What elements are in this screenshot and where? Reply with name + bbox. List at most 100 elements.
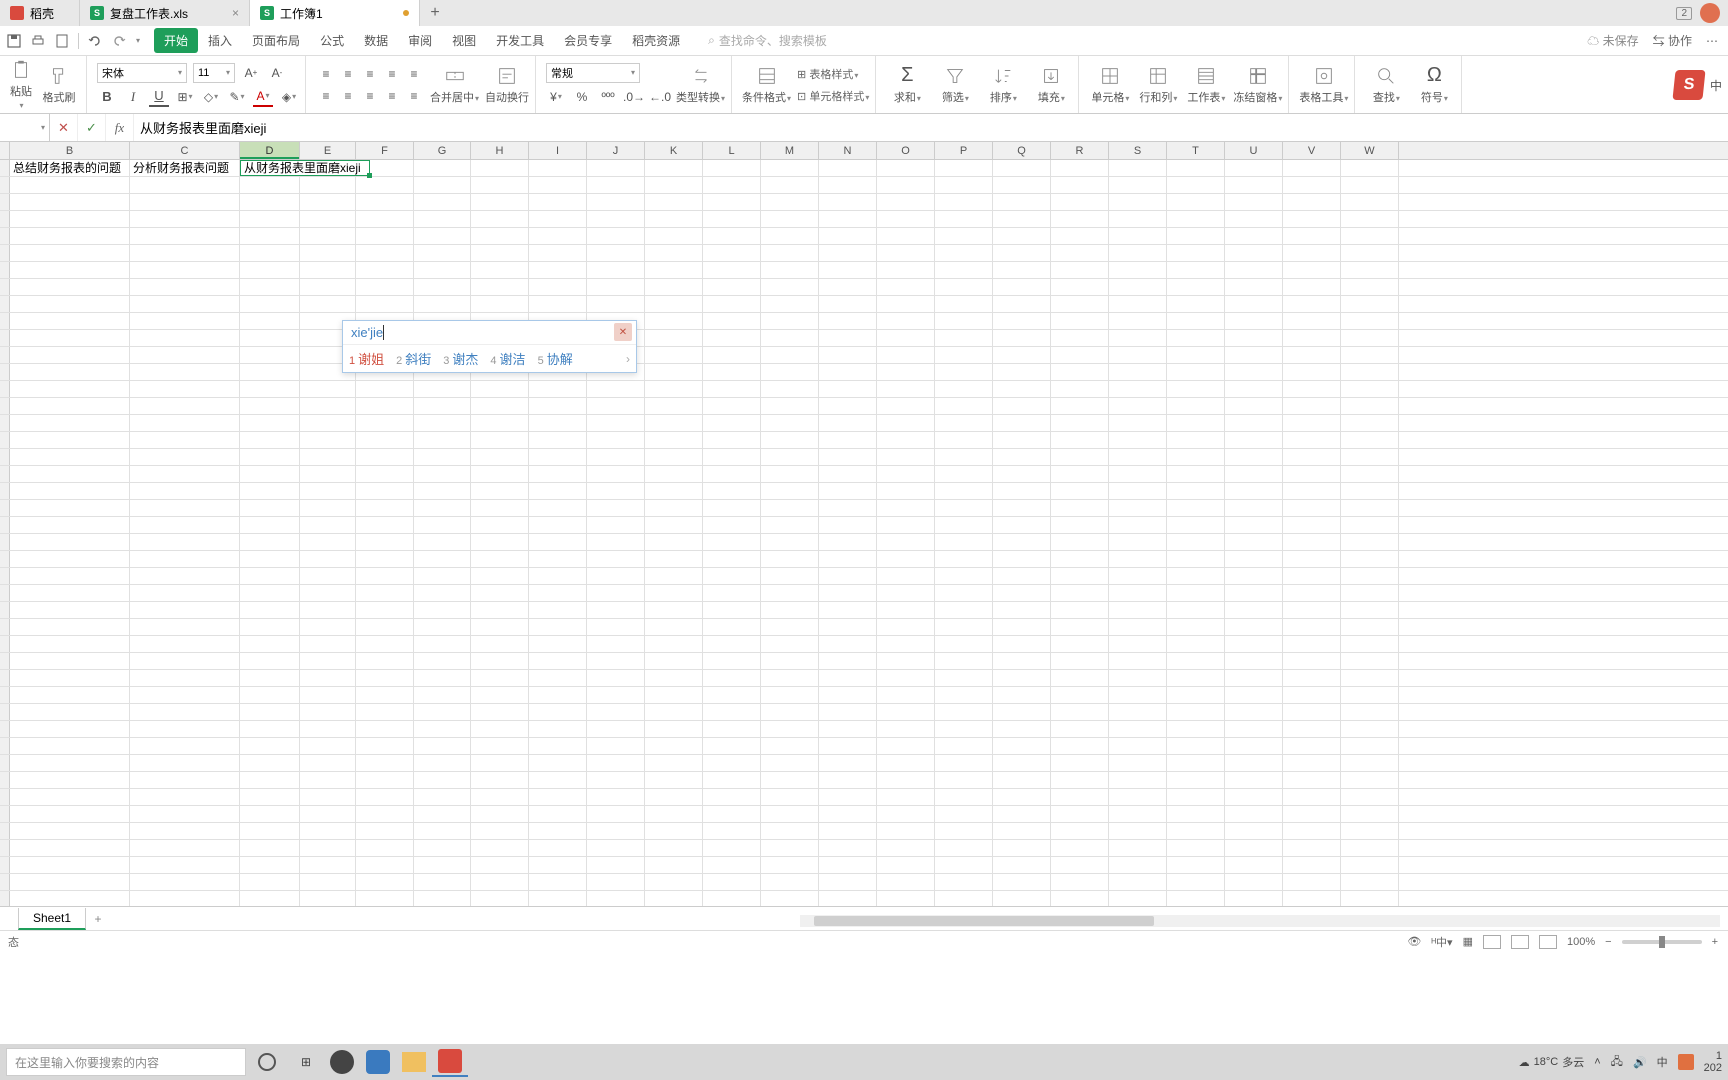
cell-F35[interactable]	[356, 738, 414, 754]
cell-K29[interactable]	[645, 636, 703, 652]
cell-U32[interactable]	[1225, 687, 1283, 703]
cell-H38[interactable]	[471, 789, 529, 805]
cell-U14[interactable]	[1225, 381, 1283, 397]
cell-J36[interactable]	[587, 755, 645, 771]
column-header-J[interactable]: J	[587, 142, 645, 159]
cell-C1[interactable]: 分析财务报表问题	[130, 160, 240, 176]
cell-B29[interactable]	[10, 636, 130, 652]
cell-L27[interactable]	[703, 602, 761, 618]
cell-P24[interactable]	[935, 551, 993, 567]
cell-J5[interactable]	[587, 228, 645, 244]
cell-B11[interactable]	[10, 330, 130, 346]
cell-B2[interactable]	[10, 177, 130, 193]
cell-T29[interactable]	[1167, 636, 1225, 652]
cell-K22[interactable]	[645, 517, 703, 533]
cell-H37[interactable]	[471, 772, 529, 788]
cell-E42[interactable]	[300, 857, 356, 873]
cell-N2[interactable]	[819, 177, 877, 193]
cell-F34[interactable]	[356, 721, 414, 737]
cell-S23[interactable]	[1109, 534, 1167, 550]
cell-D12[interactable]	[240, 347, 300, 363]
menu-tab-insert[interactable]: 插入	[198, 28, 242, 53]
cell-B16[interactable]	[10, 415, 130, 431]
cell-D3[interactable]	[240, 194, 300, 210]
cell-Q1[interactable]	[993, 160, 1051, 176]
menu-tab-member[interactable]: 会员专享	[554, 28, 622, 53]
cell-D37[interactable]	[240, 772, 300, 788]
cell-D40[interactable]	[240, 823, 300, 839]
cell-C37[interactable]	[130, 772, 240, 788]
cell-R36[interactable]	[1051, 755, 1109, 771]
cell-K41[interactable]	[645, 840, 703, 856]
cell-C34[interactable]	[130, 721, 240, 737]
cell-K25[interactable]	[645, 568, 703, 584]
cell-T21[interactable]	[1167, 500, 1225, 516]
cell-B18[interactable]	[10, 449, 130, 465]
cell-S37[interactable]	[1109, 772, 1167, 788]
cell-R34[interactable]	[1051, 721, 1109, 737]
cell-W1[interactable]	[1341, 160, 1399, 176]
cell-I26[interactable]	[529, 585, 587, 601]
cell-V4[interactable]	[1283, 211, 1341, 227]
cell-D39[interactable]	[240, 806, 300, 822]
cell-F36[interactable]	[356, 755, 414, 771]
cell-I8[interactable]	[529, 279, 587, 295]
column-header-F[interactable]: F	[356, 142, 414, 159]
cell-T11[interactable]	[1167, 330, 1225, 346]
cell-G39[interactable]	[414, 806, 471, 822]
cell-T5[interactable]	[1167, 228, 1225, 244]
cell-W9[interactable]	[1341, 296, 1399, 312]
cell-K6[interactable]	[645, 245, 703, 261]
cell-N41[interactable]	[819, 840, 877, 856]
cell-B31[interactable]	[10, 670, 130, 686]
cell-I31[interactable]	[529, 670, 587, 686]
cell-I7[interactable]	[529, 262, 587, 278]
align-top-button[interactable]: ≡	[316, 64, 336, 84]
cell-V9[interactable]	[1283, 296, 1341, 312]
cell-E19[interactable]	[300, 466, 356, 482]
cell-K40[interactable]	[645, 823, 703, 839]
cell-P42[interactable]	[935, 857, 993, 873]
cell-I39[interactable]	[529, 806, 587, 822]
cell-S17[interactable]	[1109, 432, 1167, 448]
cell-C43[interactable]	[130, 874, 240, 890]
cell-Q43[interactable]	[993, 874, 1051, 890]
cell-P26[interactable]	[935, 585, 993, 601]
cell-E4[interactable]	[300, 211, 356, 227]
cell-V28[interactable]	[1283, 619, 1341, 635]
number-format-select[interactable]: 常规▾	[546, 63, 640, 83]
cell-B1[interactable]: 总结财务报表的问题	[10, 160, 130, 176]
cell-B38[interactable]	[10, 789, 130, 805]
cell-G19[interactable]	[414, 466, 471, 482]
cell-Q26[interactable]	[993, 585, 1051, 601]
cell-F28[interactable]	[356, 619, 414, 635]
cell-G32[interactable]	[414, 687, 471, 703]
cell-U34[interactable]	[1225, 721, 1283, 737]
cell-C2[interactable]	[130, 177, 240, 193]
cell-O19[interactable]	[877, 466, 935, 482]
cell-M43[interactable]	[761, 874, 819, 890]
cell-C26[interactable]	[130, 585, 240, 601]
cell-R37[interactable]	[1051, 772, 1109, 788]
cell-J37[interactable]	[587, 772, 645, 788]
cell-T3[interactable]	[1167, 194, 1225, 210]
notification-badge[interactable]: 2	[1676, 7, 1692, 20]
cell-G8[interactable]	[414, 279, 471, 295]
cell-D44[interactable]	[240, 891, 300, 906]
column-header-C[interactable]: C	[130, 142, 240, 159]
cell-C12[interactable]	[130, 347, 240, 363]
cell-I14[interactable]	[529, 381, 587, 397]
cell-H5[interactable]	[471, 228, 529, 244]
command-search[interactable]: ⌕ 查找命令、搜索模板	[708, 32, 827, 49]
highlight-button[interactable]: ✎▾	[227, 87, 247, 107]
cell-H21[interactable]	[471, 500, 529, 516]
cell-N43[interactable]	[819, 874, 877, 890]
cell-J4[interactable]	[587, 211, 645, 227]
cell-F20[interactable]	[356, 483, 414, 499]
cell-G22[interactable]	[414, 517, 471, 533]
cell-J42[interactable]	[587, 857, 645, 873]
cell-R26[interactable]	[1051, 585, 1109, 601]
user-avatar[interactable]	[1700, 3, 1720, 23]
cell-O14[interactable]	[877, 381, 935, 397]
cell-I18[interactable]	[529, 449, 587, 465]
